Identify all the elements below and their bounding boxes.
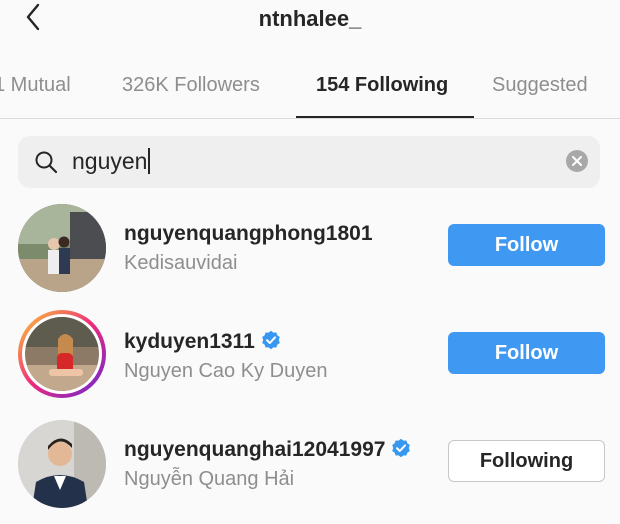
page-title: ntnhalee_ xyxy=(258,6,362,31)
list-item[interactable]: nguyenquanghai12041997 Nguyễn Quang Hải … xyxy=(0,414,620,514)
username-text: nguyenquanghai12041997 xyxy=(124,438,386,461)
tab-bar: 1 Mutual 326K Followers 154 Following Su… xyxy=(0,60,620,119)
tab-mutual[interactable]: 1 Mutual xyxy=(0,74,71,97)
username[interactable]: nguyenquangphong1801 xyxy=(124,222,373,246)
full-name: Nguyen Cao Ky Duyen xyxy=(124,360,328,382)
avatar-ring-gap xyxy=(22,314,102,394)
tab-suggested[interactable]: Suggested xyxy=(492,74,588,97)
full-name: Kedisauvidai xyxy=(124,252,238,274)
top-bar: ntnhalee_ xyxy=(0,0,620,44)
username[interactable]: nguyenquanghai12041997 xyxy=(124,438,411,462)
following-button[interactable]: Following xyxy=(448,440,605,482)
follow-button[interactable]: Follow xyxy=(448,224,605,266)
follow-button[interactable]: Follow xyxy=(448,332,605,374)
search-bar[interactable]: nguyen xyxy=(18,136,600,188)
avatar-photo xyxy=(25,317,99,391)
clear-icon[interactable] xyxy=(566,150,588,172)
avatar[interactable] xyxy=(18,420,106,508)
list-item[interactable]: nguyenquangphong1801 Kedisauvidai Follow xyxy=(0,198,620,298)
search-input[interactable]: nguyen xyxy=(72,148,151,175)
text-caret xyxy=(148,148,151,174)
avatar[interactable] xyxy=(18,310,106,398)
tab-following[interactable]: 154 Following xyxy=(316,74,448,97)
active-tab-indicator xyxy=(296,116,474,118)
tab-followers[interactable]: 326K Followers xyxy=(122,74,260,97)
search-icon xyxy=(33,149,59,175)
verified-icon xyxy=(261,330,281,350)
avatar[interactable] xyxy=(18,204,106,292)
verified-icon xyxy=(391,438,411,458)
full-name: Nguyễn Quang Hải xyxy=(124,468,295,490)
search-value: nguyen xyxy=(72,148,148,174)
username[interactable]: kyduyen1311 xyxy=(124,330,281,354)
list-item[interactable]: kyduyen1311 Nguyen Cao Ky Duyen Follow xyxy=(0,306,620,406)
username-text: kyduyen1311 xyxy=(124,330,255,353)
